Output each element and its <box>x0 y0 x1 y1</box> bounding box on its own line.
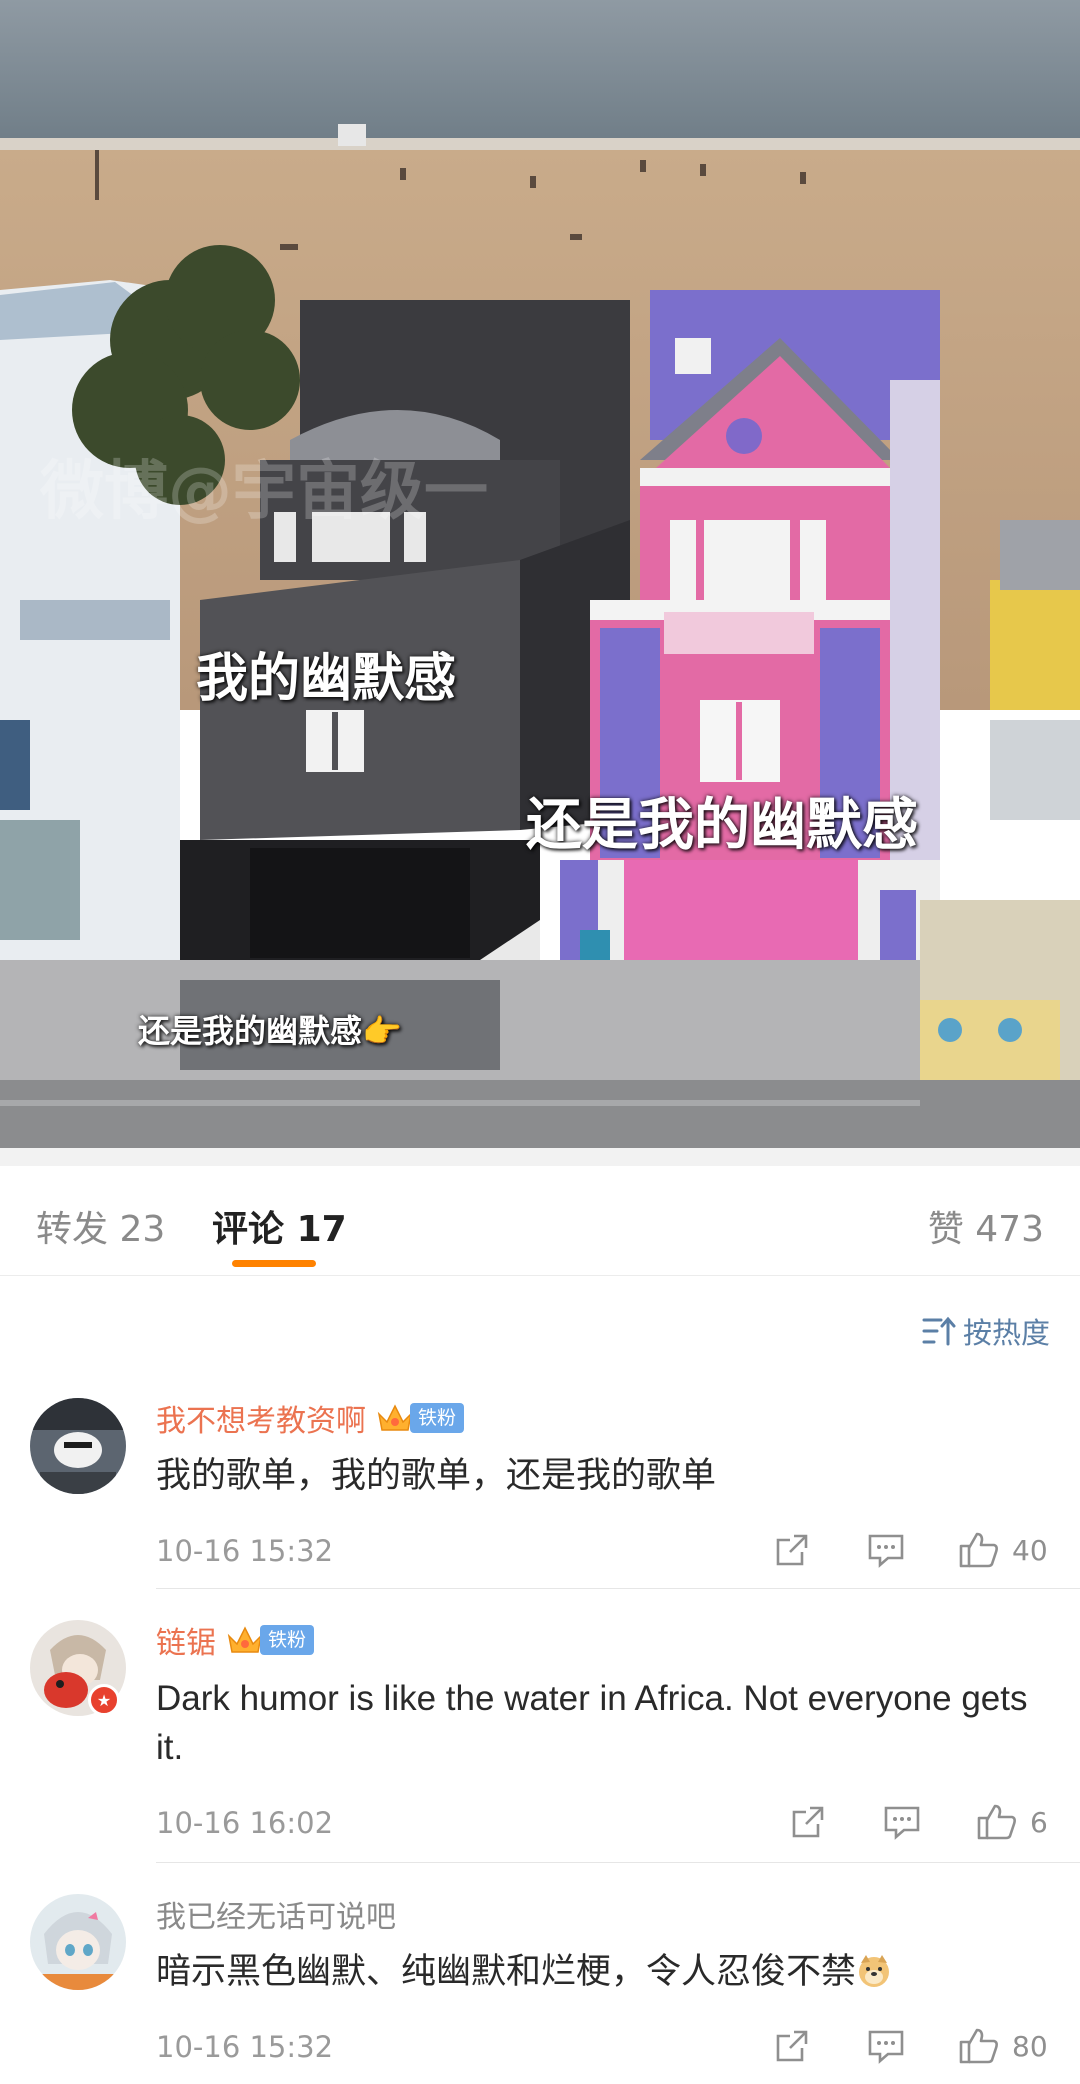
tab-likes-label: 赞 <box>927 1209 964 1250</box>
tab-comments[interactable]: 评论 17 <box>212 1200 347 1252</box>
image-watermark: 微博@宇宙级一 <box>40 455 488 529</box>
interaction-tabs: 转发 23 评论 17 赞 473 <box>0 1166 1080 1276</box>
tab-likes-count: 473 <box>975 1209 1044 1250</box>
comment-username[interactable]: 链锯 <box>156 1618 216 1662</box>
comment-text-content: 暗示黑色幽默、纯幽默和烂梗，令人忍俊不禁 <box>156 1952 857 1992</box>
verified-badge: ★ <box>88 1684 120 1716</box>
fan-crown-icon <box>227 1626 263 1653</box>
comment-divider <box>156 1588 1080 1589</box>
post-image[interactable]: 微博@宇宙级一 我的幽默感 还是我的幽默感 还是我的幽默感👉 <box>0 0 1080 1148</box>
comment-time: 10-16 15:32 <box>156 1534 334 1568</box>
fan-badge: 铁粉 <box>410 1403 465 1433</box>
like-button[interactable]: 6 <box>976 1802 1048 1842</box>
thumbs-up-icon <box>959 2028 998 2064</box>
active-tab-indicator <box>232 1260 316 1267</box>
fan-badge: 铁粉 <box>260 1625 315 1655</box>
section-separator <box>0 1148 1080 1166</box>
tab-repost[interactable]: 转发 23 <box>36 1200 165 1252</box>
tab-comments-count: 17 <box>296 1209 347 1250</box>
share-icon <box>792 1806 824 1838</box>
reply-button[interactable] <box>866 1530 906 1570</box>
fan-crown-icon <box>377 1404 413 1431</box>
reply-button[interactable] <box>866 2026 906 2066</box>
comment-username[interactable]: 我已经无话可说吧 <box>156 1892 396 1936</box>
comment-text: 暗示黑色幽默、纯幽默和烂梗，令人忍俊不禁 <box>156 1948 1050 1997</box>
avatar-image <box>30 1398 126 1494</box>
thumbs-up-icon <box>977 1804 1016 1840</box>
beach-houses-photo <box>0 0 1080 1148</box>
avatar[interactable] <box>30 1398 126 1494</box>
comment-divider <box>156 1862 1080 1863</box>
share-button[interactable] <box>772 1530 812 1570</box>
meme-caption-2: 还是我的幽默感 <box>526 793 918 858</box>
share-icon <box>776 2030 808 2062</box>
comment-icon <box>868 2030 904 2064</box>
avatar-image <box>30 1894 126 1990</box>
share-button[interactable] <box>788 1802 828 1842</box>
tab-repost-count: 23 <box>119 1209 166 1250</box>
like-button[interactable]: 80 <box>958 2026 1048 2066</box>
like-count: 6 <box>1030 1805 1048 1839</box>
thumbs-up-icon <box>959 1532 998 1568</box>
reply-button[interactable] <box>882 1802 922 1842</box>
tab-repost-label: 转发 <box>36 1209 109 1250</box>
comment-time: 10-16 15:32 <box>156 2030 334 2064</box>
comment-time: 10-16 16:02 <box>156 1806 334 1840</box>
like-count: 40 <box>1012 1533 1048 1567</box>
sort-label: 按热度 <box>962 1316 1050 1350</box>
share-button[interactable] <box>772 2026 812 2066</box>
comment-icon <box>884 1806 920 1840</box>
meme-caption-3: 还是我的幽默感👉 <box>138 1012 402 1050</box>
comment-text: 我的歌单，我的歌单，还是我的歌单 <box>156 1456 717 1496</box>
share-icon <box>776 1534 808 1566</box>
meme-caption-1: 我的幽默感 <box>196 649 457 709</box>
sort-by-heat-icon <box>922 1316 956 1346</box>
comment-username[interactable]: 我不想考教资啊 <box>156 1396 366 1440</box>
tab-likes[interactable]: 赞 473 <box>928 1200 1044 1252</box>
like-count: 80 <box>1012 2029 1048 2063</box>
doge-emoji-icon <box>859 1955 890 1987</box>
comment-icon <box>868 1534 904 1568</box>
tab-comments-label: 评论 <box>212 1209 285 1250</box>
like-button[interactable]: 40 <box>958 1530 1048 1570</box>
avatar[interactable] <box>30 1894 126 1990</box>
comment-text: Dark humor is like the water in Africa. … <box>156 1679 1028 1767</box>
sort-button[interactable]: 按热度 <box>921 1310 1050 1352</box>
